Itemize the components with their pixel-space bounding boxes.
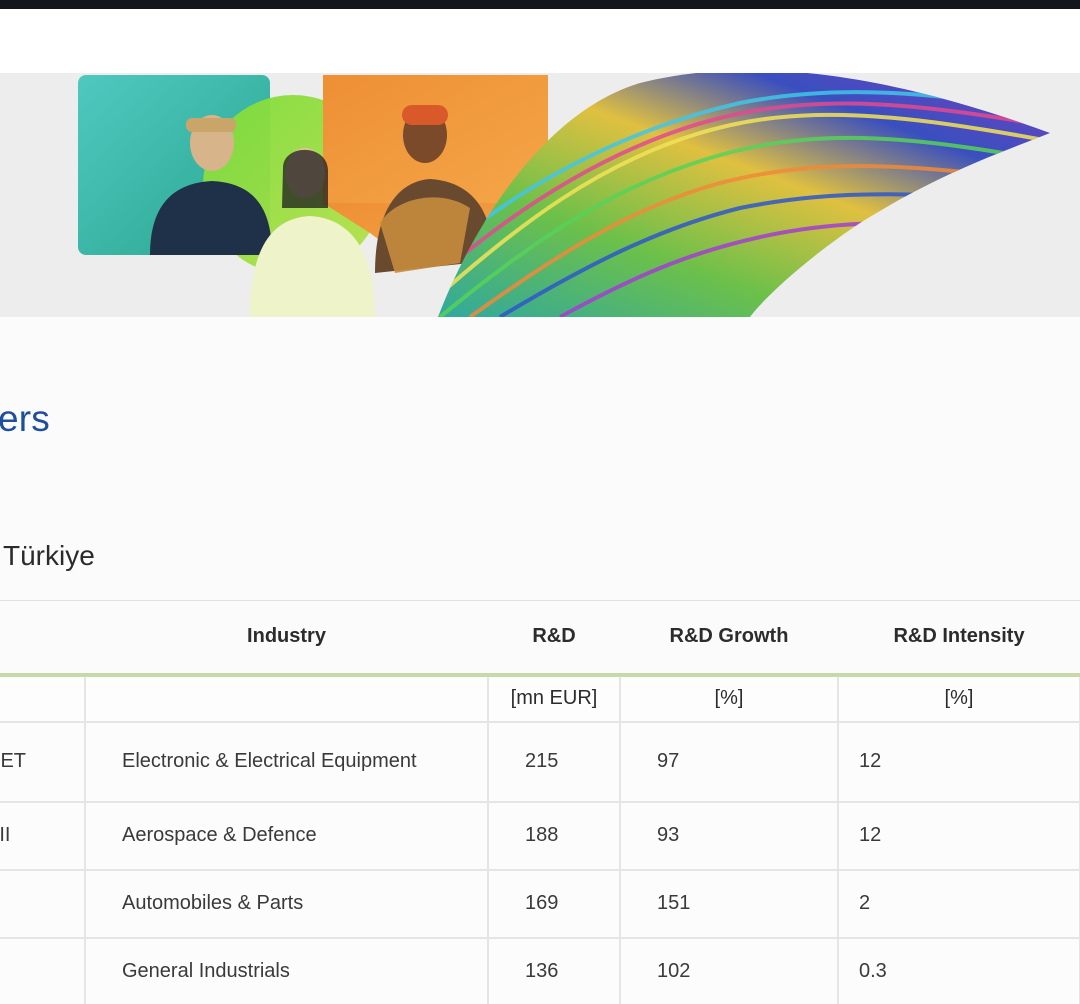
browser-top-bar bbox=[0, 0, 1080, 9]
hero-illustration bbox=[78, 73, 1050, 317]
header-company[interactable] bbox=[0, 600, 85, 677]
rd-table: Industry R&D R&D Growth R&D Intensity [m… bbox=[0, 600, 1080, 1004]
cell-company: RET bbox=[0, 721, 86, 803]
cell-rd: 188 bbox=[488, 801, 621, 871]
table-row: Automobiles & Parts 169 151 2 bbox=[0, 869, 1080, 939]
header-rd-growth[interactable]: R&D Growth bbox=[620, 600, 838, 677]
hero-banner bbox=[0, 73, 1080, 317]
cell-industry: General Industrials bbox=[85, 937, 489, 1004]
cell-rd: 169 bbox=[488, 869, 621, 939]
cell-rd-growth: 151 bbox=[620, 869, 839, 939]
table-row: General Industrials 136 102 0.3 bbox=[0, 937, 1080, 1004]
unit-rd-growth: [%] bbox=[620, 674, 839, 723]
header-rd[interactable]: R&D bbox=[488, 600, 620, 677]
rd-table-container: Industry R&D R&D Growth R&D Intensity [m… bbox=[0, 600, 1080, 1004]
cell-rd: 136 bbox=[488, 937, 621, 1004]
unit-company bbox=[0, 674, 86, 723]
cell-rd-growth: 93 bbox=[620, 801, 839, 871]
cell-company bbox=[0, 869, 86, 939]
table-units-row: [mn EUR] [%] [%] bbox=[0, 674, 1080, 723]
unit-industry bbox=[85, 674, 489, 723]
cell-company bbox=[0, 937, 86, 1004]
cell-industry: Automobiles & Parts bbox=[85, 869, 489, 939]
table-header-row: Industry R&D R&D Growth R&D Intensity bbox=[0, 600, 1080, 677]
cell-rd-growth: 102 bbox=[620, 937, 839, 1004]
unit-rd-intensity: [%] bbox=[838, 674, 1080, 723]
cell-rd-growth: 97 bbox=[620, 721, 839, 803]
cell-rd-intensity: 2 bbox=[838, 869, 1080, 939]
header-rd-intensity[interactable]: R&D Intensity bbox=[838, 600, 1080, 677]
cell-rd: 215 bbox=[488, 721, 621, 803]
cell-company: YII bbox=[0, 801, 86, 871]
table-row: RET Electronic & Electrical Equipment 21… bbox=[0, 721, 1080, 803]
cell-rd-intensity: 12 bbox=[838, 801, 1080, 871]
table-row: YII Aerospace & Defence 188 93 12 bbox=[0, 801, 1080, 871]
cell-industry: Aerospace & Defence bbox=[85, 801, 489, 871]
cell-rd-intensity: 12 bbox=[838, 721, 1080, 803]
cell-industry: Electronic & Electrical Equipment bbox=[85, 721, 489, 803]
site-header bbox=[0, 9, 1080, 73]
section-heading: ers bbox=[0, 398, 50, 439]
cell-rd-intensity: 0.3 bbox=[838, 937, 1080, 1004]
table-title: Türkiye bbox=[3, 540, 95, 571]
header-industry[interactable]: Industry bbox=[85, 600, 488, 677]
unit-rd: [mn EUR] bbox=[488, 674, 621, 723]
